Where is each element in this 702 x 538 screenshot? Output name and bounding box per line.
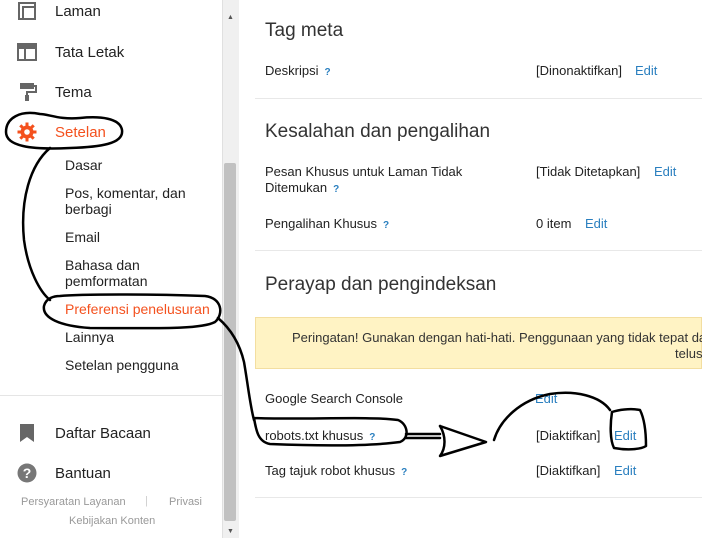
warning-text-continued: telus: [675, 346, 702, 361]
edit-search-console-button[interactable]: Edit: [535, 391, 557, 406]
sidebar-item-label: Laman: [55, 2, 101, 20]
description-label: Deskripsi?: [265, 63, 331, 81]
sidebar-item-setelan[interactable]: Setelan: [0, 117, 222, 147]
gear-icon: [17, 122, 37, 142]
paint-roller-icon: [17, 82, 37, 102]
sidebar-item-bantuan[interactable]: ? Bantuan: [0, 458, 222, 488]
privacy-link[interactable]: Privasi: [169, 496, 202, 508]
section-title-errors: Kesalahan dan pengalihan: [265, 121, 491, 142]
sub-item-dasar[interactable]: Dasar: [65, 157, 220, 173]
sub-item-setelan-pengguna[interactable]: Setelan pengguna: [65, 357, 220, 373]
sub-item-email[interactable]: Email: [65, 229, 220, 245]
edit-description-button[interactable]: Edit: [635, 63, 657, 78]
bookmark-icon: [17, 423, 37, 443]
redirect-value: 0 item: [536, 216, 572, 231]
sidebar-divider: [0, 395, 222, 396]
help-icon[interactable]: ?: [401, 465, 407, 481]
description-value: [Dinonaktifkan]: [536, 63, 622, 78]
redirect-label: Pengalihan Khusus?: [265, 216, 389, 234]
edit-redirect-button[interactable]: Edit: [585, 216, 607, 231]
sidebar-item-label: Tata Letak: [55, 43, 125, 61]
robots-txt-value: [Diaktifkan]: [536, 428, 601, 443]
section-title-crawl: Perayap dan pengindeksan: [265, 274, 497, 295]
help-icon[interactable]: ?: [333, 182, 339, 198]
help-icon[interactable]: ?: [369, 430, 375, 446]
sidebar-item-tata-letak[interactable]: Tata Letak: [0, 37, 222, 67]
help-icon: ?: [17, 463, 37, 483]
sidebar: Laman Tata Letak Tema Setelan Dasar Pos,…: [0, 0, 222, 538]
sidebar-item-label: Bantuan: [55, 464, 111, 482]
custom-page-value: [Tidak Ditetapkan]: [536, 164, 641, 179]
section-divider: [255, 250, 702, 251]
scrollbar-thumb[interactable]: [224, 163, 236, 521]
svg-text:?: ?: [23, 465, 32, 481]
scroll-down-icon[interactable]: ▼: [222, 524, 239, 538]
edit-robots-txt-button[interactable]: Edit: [614, 428, 636, 443]
warning-banner: Peringatan! Gunakan dengan hati-hati. Pe…: [255, 317, 702, 369]
robots-txt-label: robots.txt khusus?: [265, 428, 375, 446]
search-console-label: Google Search Console: [265, 391, 404, 406]
section-divider: [255, 98, 702, 99]
section-divider: [255, 497, 702, 498]
custom-page-label: Pesan Khusus untuk Laman Tidak Ditemukan…: [265, 164, 505, 198]
pages-icon: [17, 1, 37, 21]
sidebar-item-laman[interactable]: Laman: [0, 0, 222, 26]
sidebar-item-daftar-bacaan[interactable]: Daftar Bacaan: [0, 418, 222, 448]
footer-separator: |: [145, 495, 148, 507]
sidebar-item-label: Setelan: [55, 123, 106, 141]
robot-tags-value: [Diaktifkan]: [536, 463, 601, 478]
help-icon[interactable]: ?: [324, 65, 330, 81]
help-icon[interactable]: ?: [383, 218, 389, 234]
robot-tags-label: Tag tajuk robot khusus?: [265, 463, 407, 481]
edit-robot-tags-button[interactable]: Edit: [614, 463, 636, 478]
scroll-up-icon[interactable]: ▲: [222, 10, 239, 24]
sub-item-bahasa[interactable]: Bahasa dan pemformatan: [65, 257, 220, 289]
terms-link[interactable]: Persyaratan Layanan: [21, 496, 126, 508]
edit-custom-page-button[interactable]: Edit: [654, 164, 676, 179]
sub-item-lainnya[interactable]: Lainnya: [65, 329, 220, 345]
sidebar-item-label: Tema: [55, 83, 92, 101]
layout-icon: [17, 42, 37, 62]
sidebar-item-label: Daftar Bacaan: [55, 424, 151, 442]
content-policy-link[interactable]: Kebijakan Konten: [69, 515, 155, 527]
sub-item-preferensi-penelusuran[interactable]: Preferensi penelusuran: [65, 301, 220, 317]
section-title-tag-meta: Tag meta: [265, 20, 344, 41]
sidebar-item-tema[interactable]: Tema: [0, 77, 222, 107]
sub-item-pos-komentar[interactable]: Pos, komentar, dan berbagi: [65, 185, 220, 217]
warning-text: Peringatan! Gunakan dengan hati-hati. Pe…: [292, 330, 702, 345]
